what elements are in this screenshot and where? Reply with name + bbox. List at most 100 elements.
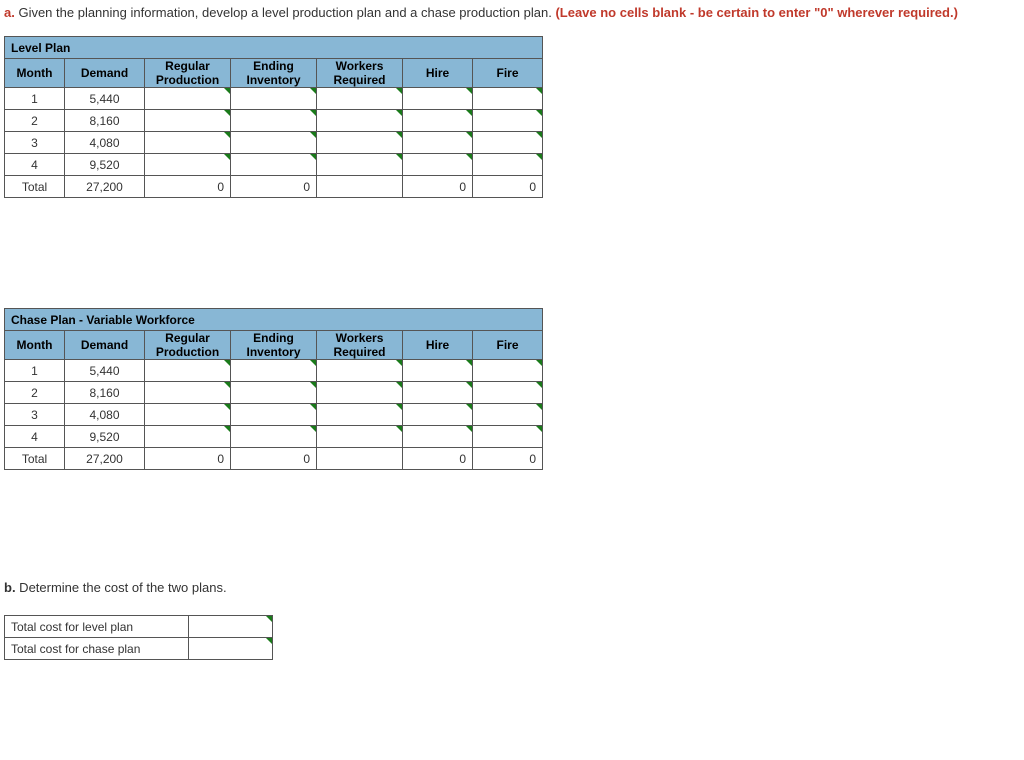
cell-workers-input[interactable] <box>317 88 403 110</box>
table-header-row: Month Demand Regular Production Ending I… <box>5 331 543 360</box>
cell-fire-input[interactable] <box>473 154 543 176</box>
table-row: 3 4,080 <box>5 404 543 426</box>
cell-regprod-input[interactable] <box>145 404 231 426</box>
cell-month: 3 <box>5 404 65 426</box>
cell-demand: 4,080 <box>65 404 145 426</box>
cell-month: 2 <box>5 110 65 132</box>
cell-regprod-input[interactable] <box>145 110 231 132</box>
part-a-instruction: (Leave no cells blank - be certain to en… <box>555 5 957 20</box>
cell-demand: 5,440 <box>65 360 145 382</box>
cell-total-workers <box>317 448 403 470</box>
table-row: Total cost for level plan <box>5 616 273 638</box>
table-total-row: Total 27,200 0 0 0 0 <box>5 176 543 198</box>
cost-level-label: Total cost for level plan <box>5 616 189 638</box>
cell-fire-input[interactable] <box>473 426 543 448</box>
cell-demand: 8,160 <box>65 110 145 132</box>
cell-workers-input[interactable] <box>317 382 403 404</box>
cell-month: 3 <box>5 132 65 154</box>
cell-month: 4 <box>5 154 65 176</box>
header-hire: Hire <box>403 331 473 360</box>
header-hire: Hire <box>403 59 473 88</box>
header-endinv: Ending Inventory <box>231 59 317 88</box>
chase-plan-title: Chase Plan - Variable Workforce <box>5 309 543 331</box>
cell-regprod-input[interactable] <box>145 88 231 110</box>
cell-fire-input[interactable] <box>473 360 543 382</box>
part-a-prompt: a. Given the planning information, devel… <box>4 4 1020 22</box>
header-fire: Fire <box>473 59 543 88</box>
cell-total-hire: 0 <box>403 176 473 198</box>
cell-hire-input[interactable] <box>403 132 473 154</box>
cell-demand: 9,520 <box>65 154 145 176</box>
cell-endinv-input[interactable] <box>231 88 317 110</box>
cell-workers-input[interactable] <box>317 110 403 132</box>
header-demand: Demand <box>65 59 145 88</box>
cell-endinv-input[interactable] <box>231 382 317 404</box>
cell-endinv-input[interactable] <box>231 404 317 426</box>
cell-regprod-input[interactable] <box>145 360 231 382</box>
cell-total-demand: 27,200 <box>65 448 145 470</box>
cell-endinv-input[interactable] <box>231 360 317 382</box>
cell-total-label: Total <box>5 448 65 470</box>
cell-workers-input[interactable] <box>317 154 403 176</box>
cell-total-workers <box>317 176 403 198</box>
part-a-lead: a. <box>4 5 15 20</box>
cell-demand: 4,080 <box>65 132 145 154</box>
part-b-lead: b. <box>4 580 16 595</box>
cell-month: 2 <box>5 382 65 404</box>
cell-regprod-input[interactable] <box>145 132 231 154</box>
table-row: 1 5,440 <box>5 88 543 110</box>
cell-workers-input[interactable] <box>317 132 403 154</box>
cell-regprod-input[interactable] <box>145 154 231 176</box>
part-a-text: Given the planning information, develop … <box>15 5 556 20</box>
header-workers: Workers Required <box>317 331 403 360</box>
header-regprod: Regular Production <box>145 59 231 88</box>
cell-endinv-input[interactable] <box>231 132 317 154</box>
cell-hire-input[interactable] <box>403 154 473 176</box>
header-month: Month <box>5 331 65 360</box>
cell-hire-input[interactable] <box>403 382 473 404</box>
level-plan-table: Level Plan Month Demand Regular Producti… <box>4 36 543 198</box>
cell-hire-input[interactable] <box>403 360 473 382</box>
cell-fire-input[interactable] <box>473 88 543 110</box>
table-row: 3 4,080 <box>5 132 543 154</box>
cell-fire-input[interactable] <box>473 382 543 404</box>
cell-workers-input[interactable] <box>317 404 403 426</box>
cell-total-endinv: 0 <box>231 176 317 198</box>
cell-hire-input[interactable] <box>403 88 473 110</box>
cost-table: Total cost for level plan Total cost for… <box>4 615 273 660</box>
cell-total-fire: 0 <box>473 176 543 198</box>
cell-fire-input[interactable] <box>473 404 543 426</box>
cell-month: 4 <box>5 426 65 448</box>
cell-workers-input[interactable] <box>317 360 403 382</box>
cost-chase-input[interactable] <box>189 638 273 660</box>
header-workers: Workers Required <box>317 59 403 88</box>
table-row: 2 8,160 <box>5 110 543 132</box>
cell-total-fire: 0 <box>473 448 543 470</box>
cell-regprod-input[interactable] <box>145 382 231 404</box>
header-regprod: Regular Production <box>145 331 231 360</box>
header-fire: Fire <box>473 331 543 360</box>
cell-total-regprod: 0 <box>145 176 231 198</box>
cell-fire-input[interactable] <box>473 132 543 154</box>
cell-month: 1 <box>5 360 65 382</box>
table-row: 4 9,520 <box>5 426 543 448</box>
table-total-row: Total 27,200 0 0 0 0 <box>5 448 543 470</box>
cell-fire-input[interactable] <box>473 110 543 132</box>
cell-hire-input[interactable] <box>403 110 473 132</box>
cell-regprod-input[interactable] <box>145 426 231 448</box>
cell-endinv-input[interactable] <box>231 426 317 448</box>
table-row: Total cost for chase plan <box>5 638 273 660</box>
cell-demand: 8,160 <box>65 382 145 404</box>
table-row: 4 9,520 <box>5 154 543 176</box>
cell-hire-input[interactable] <box>403 404 473 426</box>
cell-endinv-input[interactable] <box>231 154 317 176</box>
cost-level-input[interactable] <box>189 616 273 638</box>
part-b-prompt: b. Determine the cost of the two plans. <box>4 580 1020 595</box>
cell-hire-input[interactable] <box>403 426 473 448</box>
header-month: Month <box>5 59 65 88</box>
cell-workers-input[interactable] <box>317 426 403 448</box>
table-row: 2 8,160 <box>5 382 543 404</box>
cost-chase-label: Total cost for chase plan <box>5 638 189 660</box>
chase-plan-table: Chase Plan - Variable Workforce Month De… <box>4 308 543 470</box>
cell-endinv-input[interactable] <box>231 110 317 132</box>
